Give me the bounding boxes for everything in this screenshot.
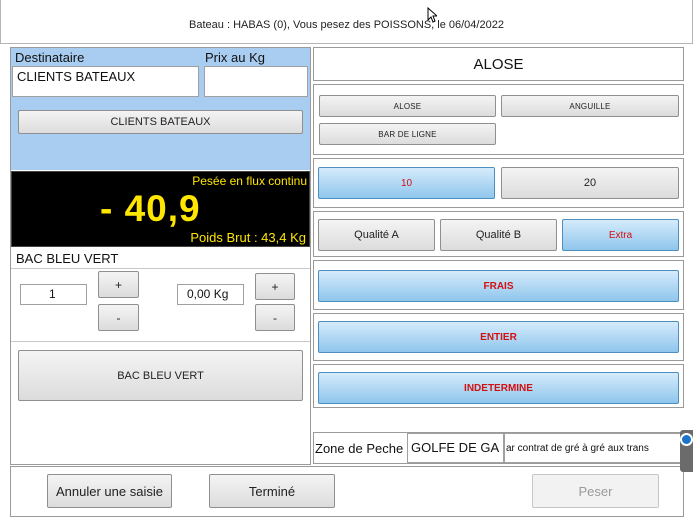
weight-minus-button[interactable]: -	[255, 304, 295, 331]
species-title: ALOSE	[473, 56, 524, 73]
qty-plus-button[interactable]: +	[98, 271, 139, 298]
zone-label: Zone de Peche	[315, 441, 404, 456]
scale-mode: Pesée en flux continu	[192, 174, 307, 188]
qty-field[interactable]: 1	[20, 284, 87, 305]
divider	[11, 268, 310, 269]
prix-field[interactable]	[204, 66, 308, 97]
frais-button[interactable]: FRAIS	[318, 270, 679, 302]
quality-b-button[interactable]: Qualité B	[440, 219, 557, 251]
species-button-bar-de-ligne[interactable]: BAR DE LIGNE	[319, 123, 496, 145]
overlay-widget[interactable]	[680, 430, 693, 472]
indetermine-button[interactable]: INDETERMINE	[318, 372, 679, 404]
quality-a-button[interactable]: Qualité A	[318, 219, 435, 251]
done-button[interactable]: Terminé	[209, 474, 335, 508]
remote-support-icon	[680, 433, 693, 446]
client-button[interactable]: CLIENTS BATEAUX	[18, 110, 303, 134]
entier-button[interactable]: ENTIER	[318, 321, 679, 353]
size-button-10[interactable]: 10	[318, 167, 495, 199]
prix-label: Prix au Kg	[205, 50, 265, 65]
title-bar: Bateau : HABAS (0), Vous pesez des POISS…	[0, 0, 693, 44]
bac-button[interactable]: BAC BLEU VERT	[18, 350, 303, 401]
size-button-20[interactable]: 20	[501, 167, 679, 199]
net-weight: - 40,9	[100, 188, 201, 229]
weigh-button[interactable]: Peser	[532, 474, 659, 508]
header-title: Bateau : HABAS (0), Vous pesez des POISS…	[189, 19, 504, 31]
quality-extra-button[interactable]: Extra	[562, 219, 679, 251]
destinataire-field[interactable]: CLIENTS BATEAUX	[12, 66, 199, 97]
mouse-cursor-icon	[427, 6, 439, 28]
scale-display: Pesée en flux continu - 40,9 Poids Brut …	[11, 171, 310, 247]
species-button-alose[interactable]: ALOSE	[319, 95, 496, 117]
species-button-anguille[interactable]: ANGUILLE	[501, 95, 679, 117]
zone-field[interactable]: GOLFE DE GA	[407, 433, 504, 463]
weight-field[interactable]: 0,00 Kg	[177, 284, 244, 305]
weight-plus-button[interactable]: +	[255, 273, 295, 300]
gross-weight: Poids Brut : 43,4 Kg	[190, 230, 306, 245]
cancel-entry-button[interactable]: Annuler une saisie	[47, 474, 172, 508]
bac-label: BAC BLEU VERT	[16, 251, 119, 266]
destinataire-label: Destinataire	[15, 50, 85, 65]
contract-field[interactable]: ar contrat de gré à gré aux trans	[504, 433, 682, 463]
qty-minus-button[interactable]: -	[98, 304, 139, 331]
divider	[11, 341, 310, 342]
